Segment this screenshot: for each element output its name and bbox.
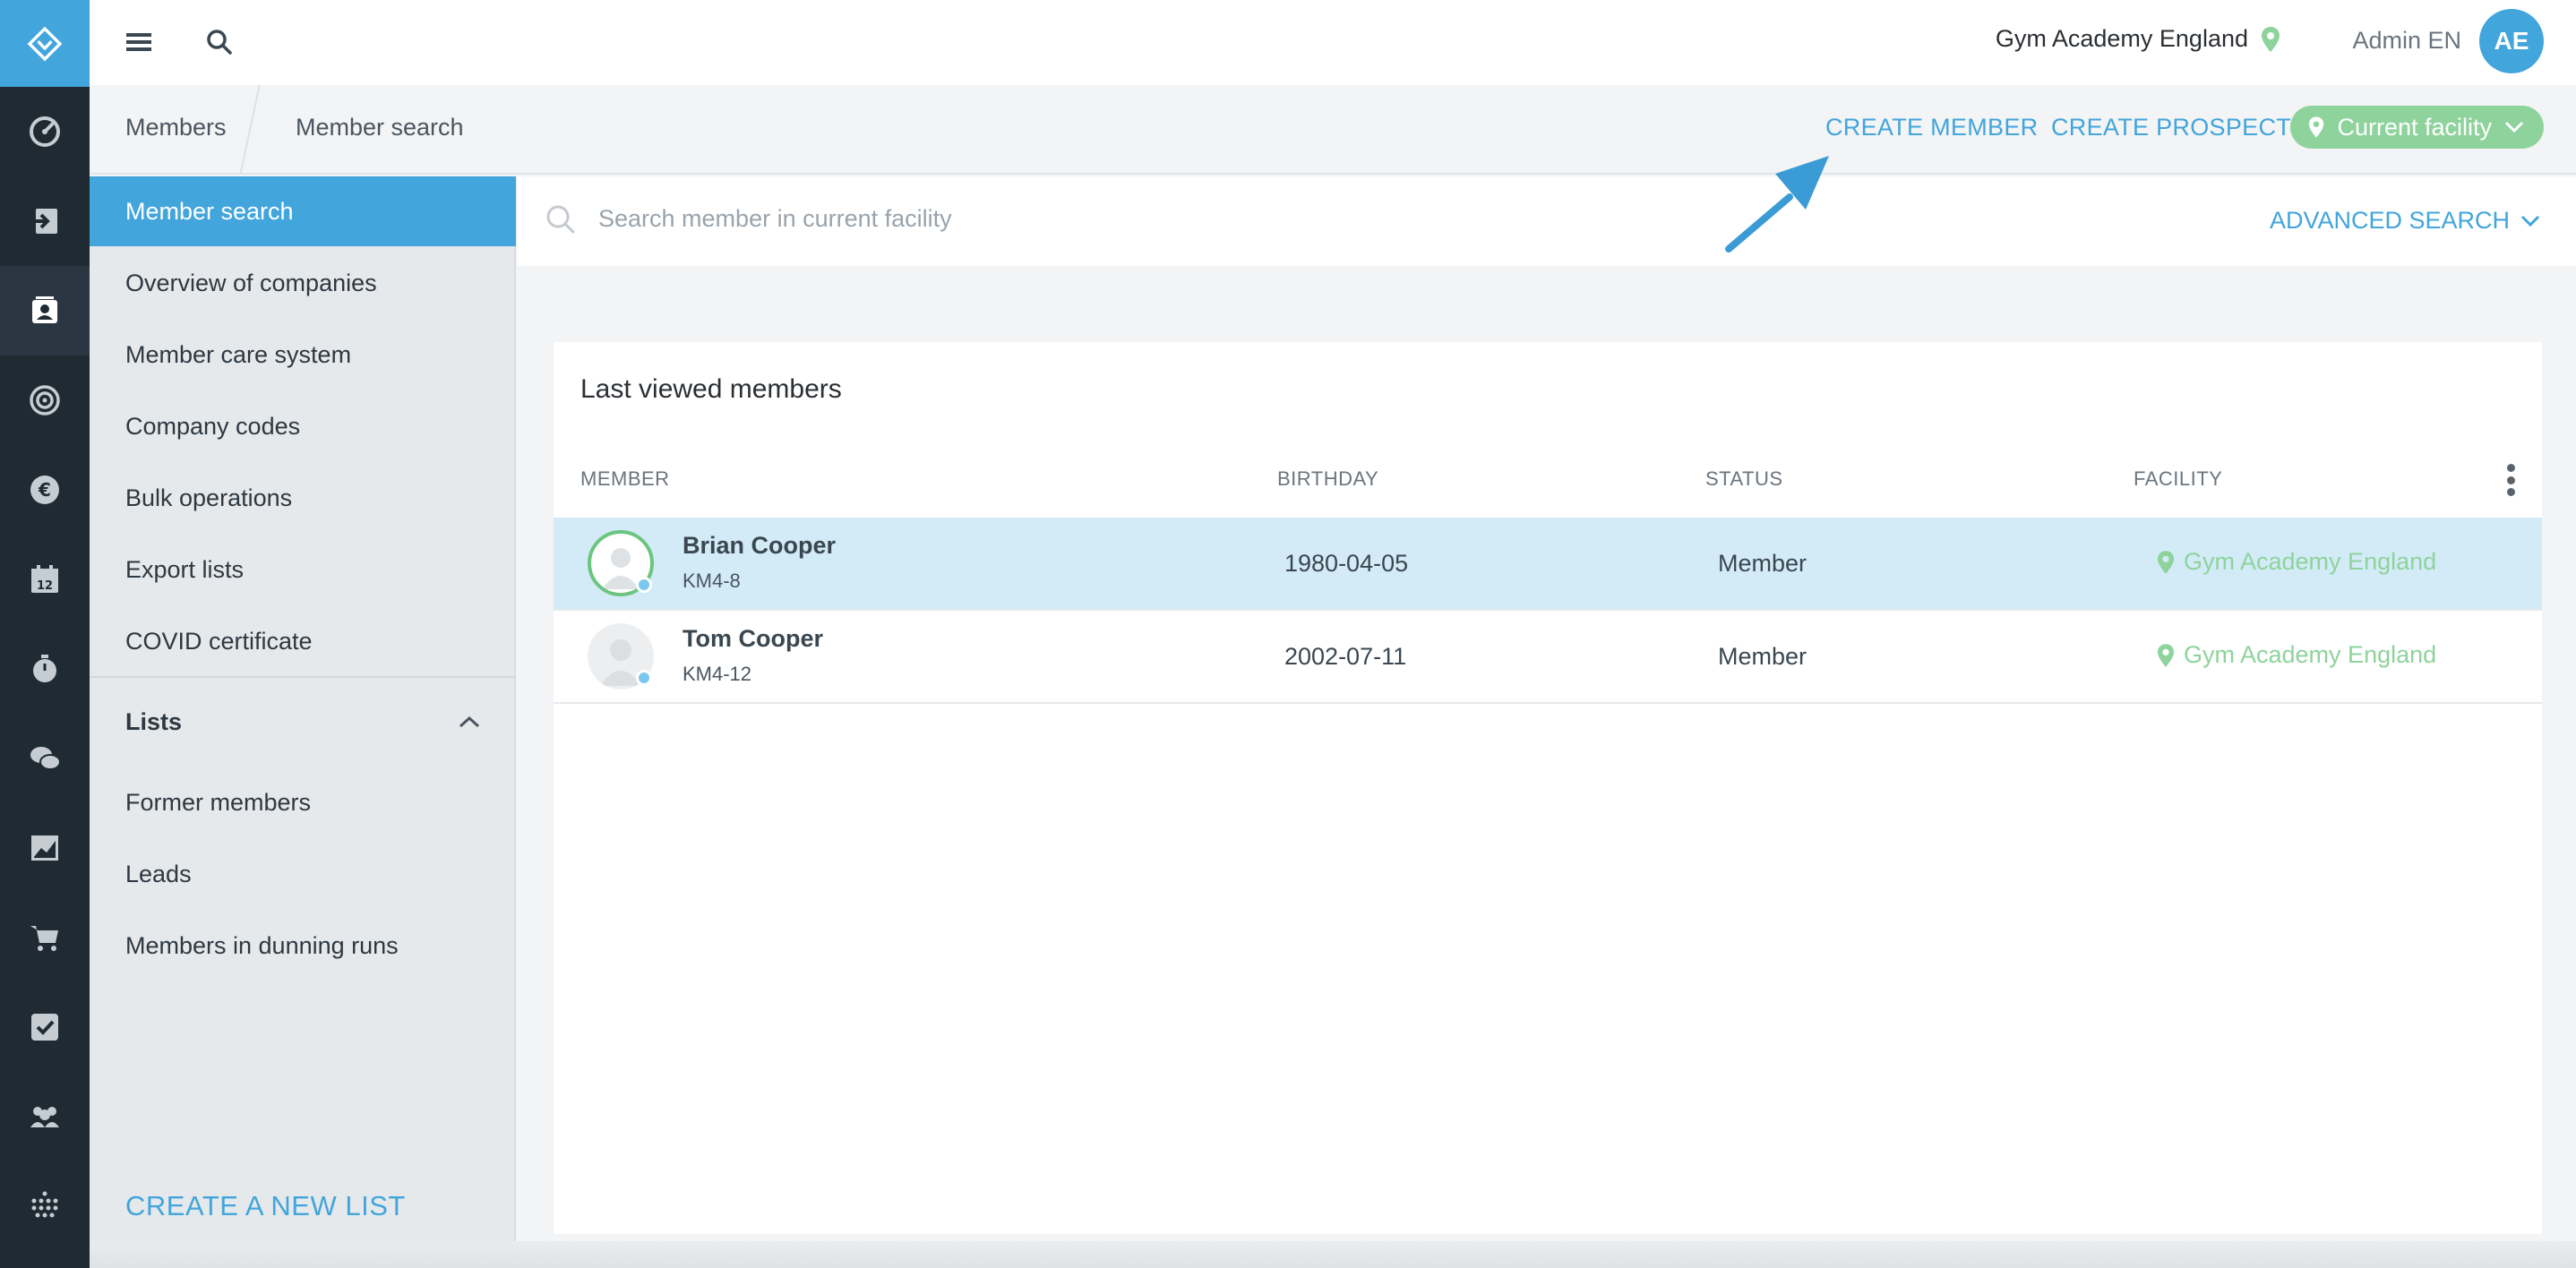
sidebar: Member search Overview of companies Memb… bbox=[90, 176, 516, 1268]
bottom-edge bbox=[90, 1241, 2576, 1268]
member-facility-name: Gym Academy England bbox=[2184, 548, 2437, 575]
sidebar-item-member-care-system[interactable]: Member care system bbox=[90, 320, 516, 390]
status-dot bbox=[636, 670, 652, 686]
analytics-icon[interactable] bbox=[0, 803, 90, 893]
tasks-icon[interactable] bbox=[0, 982, 90, 1072]
check-in-icon[interactable] bbox=[0, 176, 90, 266]
chevron-down-icon bbox=[2520, 215, 2540, 227]
calendar-icon[interactable]: 12 bbox=[0, 535, 90, 624]
icon-rail: € 12 bbox=[0, 0, 90, 1268]
location-pin-icon bbox=[2309, 116, 2324, 138]
table-row[interactable]: Tom Cooper KM4-12 2002-07-11 Member Gym … bbox=[554, 611, 2542, 704]
create-member-button[interactable]: CREATE MEMBER bbox=[1825, 114, 2038, 141]
member-name[interactable]: Brian Cooper bbox=[683, 532, 836, 560]
advanced-search-label: ADVANCED SEARCH bbox=[2269, 207, 2510, 234]
member-search-bar: Search member in current facility ADVANC… bbox=[518, 176, 2576, 266]
location-pin-icon bbox=[2157, 550, 2175, 574]
menu-icon[interactable] bbox=[118, 21, 159, 63]
sidebar-item-covid-certificate[interactable]: COVID certificate bbox=[90, 606, 516, 676]
svg-text:12: 12 bbox=[37, 579, 53, 593]
member-status: Member bbox=[1718, 550, 1807, 577]
avatar[interactable]: AE bbox=[2479, 9, 2544, 73]
card-title: Last viewed members bbox=[580, 374, 842, 404]
member-code: KM4-12 bbox=[683, 663, 752, 685]
location-pin-icon bbox=[2157, 643, 2175, 667]
breadcrumb-bar: Members Member search CREATE MEMBER CREA… bbox=[90, 85, 2576, 175]
member-status: Member bbox=[1718, 643, 1807, 670]
chat-icon[interactable] bbox=[0, 714, 90, 803]
chevron-up-icon bbox=[459, 715, 480, 728]
svg-text:€: € bbox=[38, 479, 51, 501]
facility-name: Gym Academy England bbox=[1995, 25, 2248, 52]
sidebar-item-member-search[interactable]: Member search bbox=[90, 176, 516, 246]
sidebar-divider bbox=[90, 676, 516, 678]
column-header-member[interactable]: MEMBER bbox=[580, 467, 670, 491]
location-pin-icon bbox=[2262, 26, 2280, 52]
member-search-input[interactable]: Search member in current facility bbox=[598, 205, 952, 233]
member-birthday: 2002-07-11 bbox=[1284, 643, 1407, 670]
apps-grid-icon[interactable] bbox=[0, 1161, 90, 1251]
column-header-status[interactable]: STATUS bbox=[1705, 467, 1783, 491]
sidebar-item-members-in-dunning-runs[interactable]: Members in dunning runs bbox=[90, 911, 516, 981]
breadcrumb-divider bbox=[239, 85, 261, 175]
breadcrumb-members[interactable]: Members bbox=[125, 114, 227, 141]
sidebar-item-overview-of-companies[interactable]: Overview of companies bbox=[90, 248, 516, 318]
annotation-arrow-icon bbox=[1725, 156, 1829, 253]
search-icon bbox=[543, 201, 579, 242]
current-facility-label: Current facility bbox=[2337, 113, 2492, 141]
facility-selector[interactable]: Gym Academy England bbox=[1996, 25, 2280, 53]
column-header-birthday[interactable]: BIRTHDAY bbox=[1277, 467, 1378, 491]
table-row[interactable]: Brian Cooper KM4-8 1980-04-05 Member Gym… bbox=[554, 518, 2542, 611]
search-icon[interactable] bbox=[199, 21, 240, 63]
groups-icon[interactable] bbox=[0, 1072, 90, 1161]
sidebar-item-export-lists[interactable]: Export lists bbox=[90, 535, 516, 604]
sidebar-item-former-members[interactable]: Former members bbox=[90, 767, 516, 837]
members-icon[interactable] bbox=[0, 266, 90, 356]
member-code: KM4-8 bbox=[683, 570, 741, 592]
member-facility: Gym Academy England bbox=[2157, 641, 2436, 669]
member-name[interactable]: Tom Cooper bbox=[683, 625, 823, 653]
create-new-list-button[interactable]: CREATE A NEW LIST bbox=[125, 1190, 406, 1222]
column-header-facility[interactable]: FACILITY bbox=[2134, 467, 2222, 491]
lists-section-toggle[interactable]: Lists bbox=[90, 690, 516, 753]
sidebar-item-bulk-operations[interactable]: Bulk operations bbox=[90, 463, 516, 533]
dashboard-icon[interactable] bbox=[0, 87, 90, 176]
sidebar-item-leads[interactable]: Leads bbox=[90, 839, 516, 909]
more-options-icon[interactable] bbox=[2506, 464, 2515, 496]
timer-icon[interactable] bbox=[0, 624, 90, 714]
member-birthday: 1980-04-05 bbox=[1284, 550, 1409, 577]
advanced-search-toggle[interactable]: ADVANCED SEARCH bbox=[2270, 207, 2540, 235]
last-viewed-members-card: Last viewed members MEMBER BIRTHDAY STAT… bbox=[554, 342, 2542, 1234]
chevron-down-icon bbox=[2504, 121, 2524, 133]
target-icon[interactable] bbox=[0, 356, 90, 445]
sidebar-item-company-codes[interactable]: Company codes bbox=[90, 391, 516, 461]
euro-icon[interactable]: € bbox=[0, 445, 90, 535]
user-name[interactable]: Admin EN bbox=[2352, 27, 2461, 55]
status-dot bbox=[636, 577, 652, 593]
current-facility-dropdown[interactable]: Current facility bbox=[2290, 106, 2544, 149]
logo-icon[interactable] bbox=[0, 0, 90, 87]
lists-heading: Lists bbox=[125, 707, 183, 735]
member-facility-name: Gym Academy England bbox=[2184, 641, 2437, 668]
member-facility: Gym Academy England bbox=[2157, 548, 2436, 576]
create-prospect-button[interactable]: CREATE PROSPECT bbox=[2051, 114, 2291, 141]
cart-icon[interactable] bbox=[0, 893, 90, 982]
top-bar: Gym Academy England Admin EN AE bbox=[90, 0, 2576, 85]
breadcrumb-current: Member search bbox=[296, 114, 464, 141]
